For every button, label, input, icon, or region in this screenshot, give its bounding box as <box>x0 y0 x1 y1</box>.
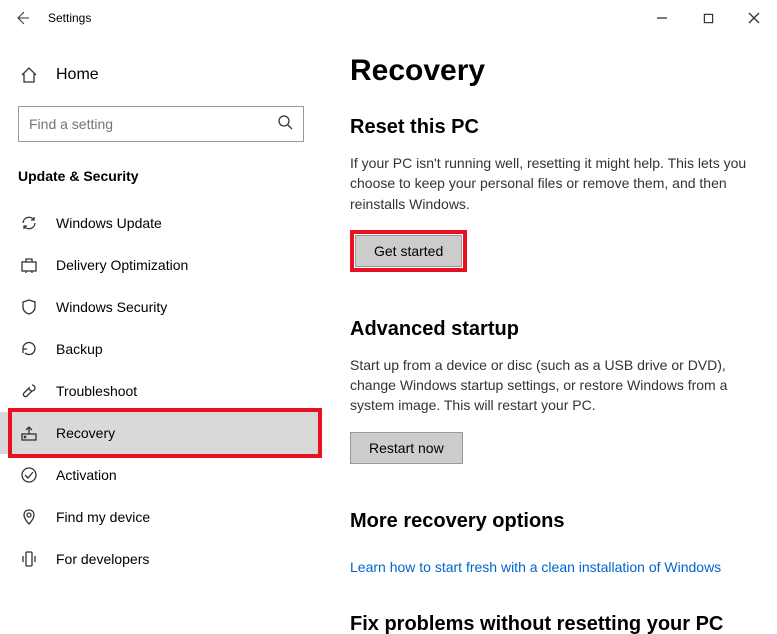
sidebar-item-delivery-optimization[interactable]: Delivery Optimization <box>0 244 322 286</box>
restart-now-button[interactable]: Restart now <box>350 432 463 464</box>
sidebar-item-label: For developers <box>56 551 149 567</box>
window-title: Settings <box>48 11 91 25</box>
highlight-annotation: Get started <box>350 230 467 272</box>
delivery-icon <box>20 256 38 274</box>
sidebar-item-recovery[interactable]: Recovery <box>0 412 322 454</box>
home-label: Home <box>56 66 99 84</box>
advanced-body: Start up from a device or disc (such as … <box>350 355 747 416</box>
sidebar-item-label: Delivery Optimization <box>56 257 188 273</box>
search-field[interactable] <box>29 116 277 132</box>
location-icon <box>20 508 38 526</box>
sidebar-item-troubleshoot[interactable]: Troubleshoot <box>0 370 322 412</box>
advanced-heading: Advanced startup <box>350 318 747 341</box>
sidebar-item-label: Backup <box>56 341 103 357</box>
main-content: Recovery Reset this PC If your PC isn't … <box>322 36 777 634</box>
reset-heading: Reset this PC <box>350 116 747 139</box>
page-title: Recovery <box>350 54 747 88</box>
sidebar-item-label: Windows Update <box>56 215 162 231</box>
sidebar-item-label: Activation <box>56 467 117 483</box>
minimize-button[interactable] <box>639 2 685 34</box>
sync-icon <box>20 214 38 232</box>
search-input[interactable] <box>18 106 304 142</box>
sidebar-item-find-my-device[interactable]: Find my device <box>0 496 322 538</box>
titlebar: Settings <box>0 0 777 36</box>
reset-body: If your PC isn't running well, resetting… <box>350 153 747 214</box>
sidebar-item-label: Troubleshoot <box>56 383 137 399</box>
sidebar: Home Update & Security Windows Update De… <box>0 36 322 634</box>
sidebar-item-label: Find my device <box>56 509 150 525</box>
home-icon <box>20 66 38 84</box>
shield-icon <box>20 298 38 316</box>
back-button[interactable] <box>12 8 32 28</box>
search-icon <box>277 114 293 135</box>
sidebar-item-windows-security[interactable]: Windows Security <box>0 286 322 328</box>
section-title: Update & Security <box>0 160 322 202</box>
sidebar-item-label: Recovery <box>56 425 115 441</box>
fix-heading: Fix problems without resetting your PC <box>350 613 747 634</box>
sidebar-item-label: Windows Security <box>56 299 167 315</box>
sidebar-item-activation[interactable]: Activation <box>0 454 322 496</box>
backup-icon <box>20 340 38 358</box>
close-button[interactable] <box>731 2 777 34</box>
check-circle-icon <box>20 466 38 484</box>
wrench-icon <box>20 382 38 400</box>
more-heading: More recovery options <box>350 510 747 533</box>
maximize-button[interactable] <box>685 2 731 34</box>
developer-icon <box>20 550 38 568</box>
fresh-install-link[interactable]: Learn how to start fresh with a clean in… <box>350 559 747 575</box>
sidebar-item-windows-update[interactable]: Windows Update <box>0 202 322 244</box>
sidebar-item-backup[interactable]: Backup <box>0 328 322 370</box>
home-nav[interactable]: Home <box>0 56 322 94</box>
recovery-icon <box>20 424 38 442</box>
window-controls <box>639 2 777 34</box>
sidebar-item-for-developers[interactable]: For developers <box>0 538 322 580</box>
get-started-button[interactable]: Get started <box>355 235 462 267</box>
